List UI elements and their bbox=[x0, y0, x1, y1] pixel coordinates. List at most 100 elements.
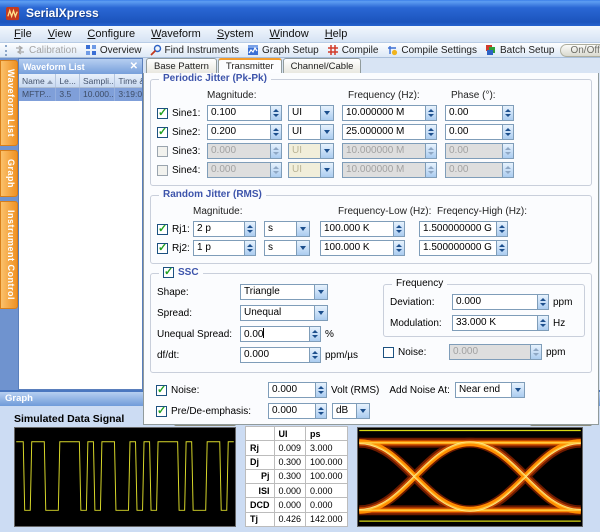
sine3-checkbox[interactable] bbox=[157, 146, 168, 157]
col-sampling[interactable]: Sampli... bbox=[80, 74, 115, 87]
sine1-frequency-input[interactable]: 10.000000 M bbox=[342, 105, 426, 121]
chevron-down-icon[interactable] bbox=[511, 383, 524, 397]
menu-waveform[interactable]: Waveform bbox=[143, 27, 209, 41]
modulation-spinner[interactable] bbox=[538, 315, 549, 331]
unequal-spread-unit: % bbox=[325, 329, 334, 340]
ssc-noise-checkbox[interactable] bbox=[383, 347, 394, 358]
rj1-freq-low-spinner[interactable] bbox=[394, 221, 405, 237]
sine3-magnitude-spinner bbox=[271, 143, 282, 159]
preemphasis-checkbox[interactable] bbox=[156, 406, 167, 417]
sine1-magnitude-input[interactable]: 0.100 bbox=[207, 105, 271, 121]
rj1-freq-high-input[interactable]: 1.500000000 G bbox=[419, 221, 497, 237]
sine4-checkbox[interactable] bbox=[157, 165, 168, 176]
rj-freq-high-header: Freqency-High (Hz): bbox=[437, 206, 533, 217]
rj1-checkbox[interactable] bbox=[157, 224, 168, 235]
graph-setup-button[interactable]: Graph Setup bbox=[243, 44, 323, 56]
menu-configure[interactable]: Configure bbox=[79, 27, 143, 41]
sine2-row: Sine2: 0.200 UI 25.000000 M 0.00 bbox=[157, 124, 585, 140]
dfdt-input[interactable]: 0.000 bbox=[240, 347, 310, 363]
sine2-frequency-input[interactable]: 25.000000 M bbox=[342, 124, 426, 140]
batch-setup-button[interactable]: Batch Setup bbox=[481, 44, 558, 56]
chevron-down-icon[interactable] bbox=[320, 106, 333, 120]
rj2-freq-low-input[interactable]: 100.000 K bbox=[320, 240, 394, 256]
rj2-freq-low-spinner[interactable] bbox=[394, 240, 405, 256]
ssc-checkbox[interactable] bbox=[163, 267, 174, 278]
sine2-phase-spinner[interactable] bbox=[503, 124, 514, 140]
close-icon[interactable] bbox=[130, 62, 138, 72]
menu-system[interactable]: System bbox=[209, 27, 262, 41]
onoff-button[interactable]: On/Off bbox=[560, 44, 600, 57]
sine4-phase-spinner bbox=[503, 162, 514, 178]
unequal-spread-row: Unequal Spread: 0.00 % bbox=[157, 326, 369, 342]
chevron-down-icon[interactable] bbox=[356, 404, 369, 418]
frequency-header: Frequency (Hz): bbox=[348, 90, 443, 101]
preemphasis-spinner[interactable] bbox=[316, 403, 327, 419]
sine2-unit-select[interactable]: UI bbox=[288, 124, 334, 140]
ssc-noise-spinner bbox=[531, 344, 542, 360]
rj2-freq-high-input[interactable]: 1.500000000 G bbox=[419, 240, 497, 256]
unequal-spread-spinner[interactable] bbox=[310, 326, 321, 342]
sine1-checkbox[interactable] bbox=[157, 108, 168, 119]
sine2-magnitude-spinner[interactable] bbox=[271, 124, 282, 140]
add-noise-at-select[interactable]: Near end bbox=[455, 382, 525, 398]
noise-spinner[interactable] bbox=[316, 382, 327, 398]
rj2-freq-high-spinner[interactable] bbox=[497, 240, 508, 256]
overview-button[interactable]: Overview bbox=[81, 44, 146, 56]
unequal-spread-input[interactable]: 0.00 bbox=[240, 326, 310, 342]
rj1-unit-select[interactable]: s bbox=[264, 221, 310, 237]
sine1-unit-select[interactable]: UI bbox=[288, 105, 334, 121]
menu-help[interactable]: Help bbox=[317, 27, 356, 41]
waveform-row-selected[interactable]: MFTP... 3.5 10.000... 3:19:04 bbox=[19, 88, 142, 101]
cell-sampling: 10.000... bbox=[80, 88, 115, 101]
chevron-down-icon[interactable] bbox=[296, 222, 309, 236]
tab-base-pattern[interactable]: Base Pattern bbox=[146, 58, 217, 73]
tab-channel-cable[interactable]: Channel/Cable bbox=[283, 58, 362, 73]
sine2-phase-input[interactable]: 0.00 bbox=[445, 124, 503, 140]
rj1-magnitude-spinner[interactable] bbox=[245, 221, 256, 237]
noise-input[interactable]: 0.000 bbox=[268, 382, 316, 398]
compile-settings-button[interactable]: Compile Settings bbox=[382, 44, 481, 56]
col-length[interactable]: Le... bbox=[56, 74, 80, 87]
sine1-phase-spinner[interactable] bbox=[503, 105, 514, 121]
preemphasis-unit-select[interactable]: dB bbox=[332, 403, 370, 419]
col-name[interactable]: Name bbox=[19, 74, 56, 87]
dfdt-spinner[interactable] bbox=[310, 347, 321, 363]
menu-window[interactable]: Window bbox=[262, 27, 317, 41]
shape-select[interactable]: Triangle bbox=[240, 284, 328, 300]
chevron-down-icon[interactable] bbox=[320, 125, 333, 139]
rj2-checkbox[interactable] bbox=[157, 243, 168, 254]
chevron-down-icon[interactable] bbox=[296, 241, 309, 255]
rj2-magnitude-spinner[interactable] bbox=[245, 240, 256, 256]
sine1-frequency-spinner[interactable] bbox=[426, 105, 437, 121]
col-ui: UI bbox=[274, 427, 306, 441]
chevron-down-icon[interactable] bbox=[314, 285, 327, 299]
deviation-spinner[interactable] bbox=[538, 294, 549, 310]
modulation-input[interactable]: 33.000 K bbox=[452, 315, 538, 331]
rj2-unit-select[interactable]: s bbox=[264, 240, 310, 256]
sidetab-waveform-list[interactable]: Waveform List bbox=[0, 60, 18, 146]
sine2-frequency-spinner[interactable] bbox=[426, 124, 437, 140]
rj1-freq-high-spinner[interactable] bbox=[497, 221, 508, 237]
waveform-list-empty-area bbox=[19, 101, 142, 389]
find-instruments-button[interactable]: Find Instruments bbox=[146, 44, 243, 56]
spread-select[interactable]: Unequal bbox=[240, 305, 328, 321]
preemphasis-input[interactable]: 0.000 bbox=[268, 403, 316, 419]
sine4-unit-select: UI bbox=[288, 162, 334, 178]
rj1-freq-low-input[interactable]: 100.000 K bbox=[320, 221, 394, 237]
rj1-magnitude-input[interactable]: 2 p bbox=[193, 221, 245, 237]
rj2-magnitude-input[interactable]: 1 p bbox=[193, 240, 245, 256]
menu-view[interactable]: View bbox=[40, 27, 80, 41]
tab-transmitter[interactable]: Transmitter bbox=[218, 58, 282, 73]
sine2-checkbox[interactable] bbox=[157, 127, 168, 138]
sidetab-instrument-control[interactable]: Instrument Control bbox=[0, 201, 18, 309]
col-time[interactable]: Time &... bbox=[115, 74, 142, 87]
compile-button[interactable]: Compile bbox=[323, 44, 383, 56]
chevron-down-icon[interactable] bbox=[314, 306, 327, 320]
sidetab-graph[interactable]: Graph bbox=[0, 150, 18, 197]
deviation-input[interactable]: 0.000 bbox=[452, 294, 538, 310]
noise-checkbox[interactable] bbox=[156, 385, 167, 396]
sine2-magnitude-input[interactable]: 0.200 bbox=[207, 124, 271, 140]
sine1-magnitude-spinner[interactable] bbox=[271, 105, 282, 121]
sine1-phase-input[interactable]: 0.00 bbox=[445, 105, 503, 121]
menu-file[interactable]: File bbox=[6, 27, 40, 41]
